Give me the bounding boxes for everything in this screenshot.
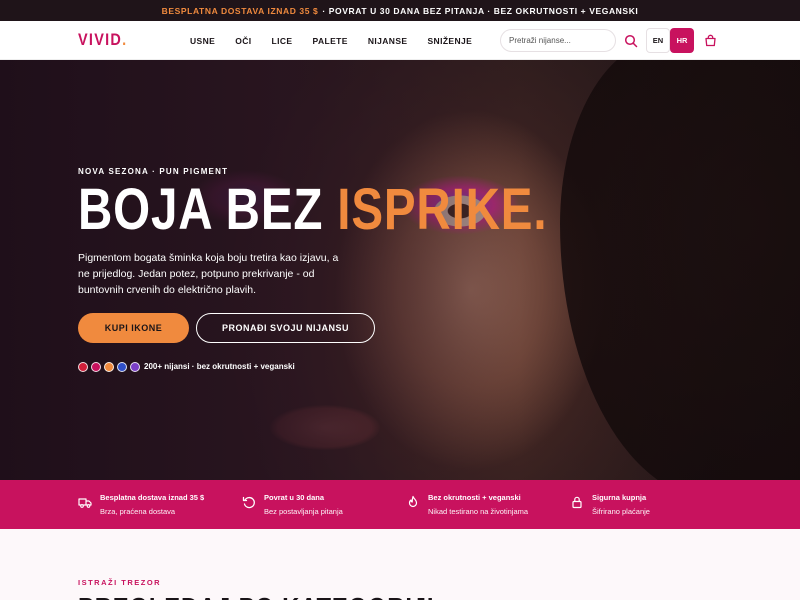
main-nav: USNE OČI LICE PALETE NIJANSE SNIŽENJE	[190, 21, 492, 60]
logo[interactable]: VIVID.	[78, 30, 127, 50]
swatch[interactable]	[117, 362, 127, 372]
lock-icon	[572, 496, 582, 509]
feature-secure: Sigurna kupnja Šifrirano plaćanje	[570, 493, 650, 516]
feature-title: Sigurna kupnja	[592, 493, 647, 502]
lang-en-button[interactable]: EN	[646, 28, 670, 53]
hero-description: Pigmentom bogata šminka koja boju tretir…	[78, 252, 339, 296]
feature-shipping: Besplatna dostava iznad 35 $ Brza, praće…	[78, 493, 204, 516]
feature-title: Povrat u 30 dana	[264, 493, 325, 502]
features-bar: Besplatna dostava iznad 35 $ Brza, praće…	[0, 480, 800, 529]
feature-subtitle: Šifrirano plaćanje	[592, 507, 650, 516]
lang-hr-button[interactable]: HR	[670, 28, 694, 53]
section-eyebrow: ISTRAŽI TREZOR	[78, 578, 162, 587]
color-swatches	[78, 362, 140, 372]
section-title: PREGLEDAJ PO KATEGORIJI	[78, 592, 434, 600]
announcement-bar: BESPLATNA DOSTAVA IZNAD 35 $ · POVRAT U …	[0, 0, 800, 21]
flame-icon	[408, 495, 418, 508]
find-shade-button[interactable]: PRONAĐI SVOJU NIJANSU	[196, 313, 375, 343]
hero-banner: NOVA SEZONA · PUN PIGMENT BOJA BEZ ISPRI…	[0, 60, 800, 480]
feature-subtitle: Brza, praćena dostava	[100, 507, 176, 516]
announcement-highlight: BESPLATNA DOSTAVA IZNAD 35 $	[161, 5, 319, 16]
feature-returns: Povrat u 30 dana Bez postavljanja pitanj…	[242, 493, 343, 516]
nav-item-oci[interactable]: OČI	[235, 36, 251, 46]
swatch[interactable]	[78, 362, 88, 372]
nav-item-lice[interactable]: LICE	[272, 36, 293, 46]
truck-icon	[78, 498, 92, 508]
feature-title: Besplatna dostava iznad 35 $	[100, 493, 205, 502]
nav-item-usne[interactable]: USNE	[190, 36, 215, 46]
nav-item-snizenje[interactable]: SNIŽENJE	[427, 36, 472, 46]
nav-item-nijanse[interactable]: NIJANSE	[368, 36, 408, 46]
feature-title: Bez okrutnosti + veganski	[428, 493, 521, 502]
hero-headline: BOJA BEZ ISPRIKE.	[78, 177, 548, 242]
search-box	[500, 29, 616, 52]
feature-subtitle: Nikad testirano na životinjama	[428, 507, 529, 516]
site-header: VIVID. USNE OČI LICE PALETE NIJANSE SNIŽ…	[0, 21, 800, 60]
nav-item-palete[interactable]: PALETE	[313, 36, 348, 46]
swatch[interactable]	[130, 362, 140, 372]
feature-cruelty-free: Bez okrutnosti + veganski Nikad testiran…	[406, 493, 528, 516]
search-icon[interactable]	[624, 34, 638, 48]
swatch[interactable]	[91, 362, 101, 372]
swatch[interactable]	[104, 362, 114, 372]
shopping-bag-icon[interactable]	[704, 34, 717, 47]
swatch-note: 200+ nijansi · bez okrutnosti + veganski	[144, 362, 295, 371]
feature-subtitle: Bez postavljanja pitanja	[264, 507, 343, 516]
announcement-text: · POVRAT U 30 DANA BEZ PITANJA · BEZ OKR…	[322, 5, 639, 16]
return-icon	[242, 496, 255, 509]
hero-eyebrow: NOVA SEZONA · PUN PIGMENT	[78, 167, 229, 176]
search-input[interactable]	[501, 30, 615, 51]
shop-icons-button[interactable]: KUPI IKONE	[78, 313, 189, 343]
